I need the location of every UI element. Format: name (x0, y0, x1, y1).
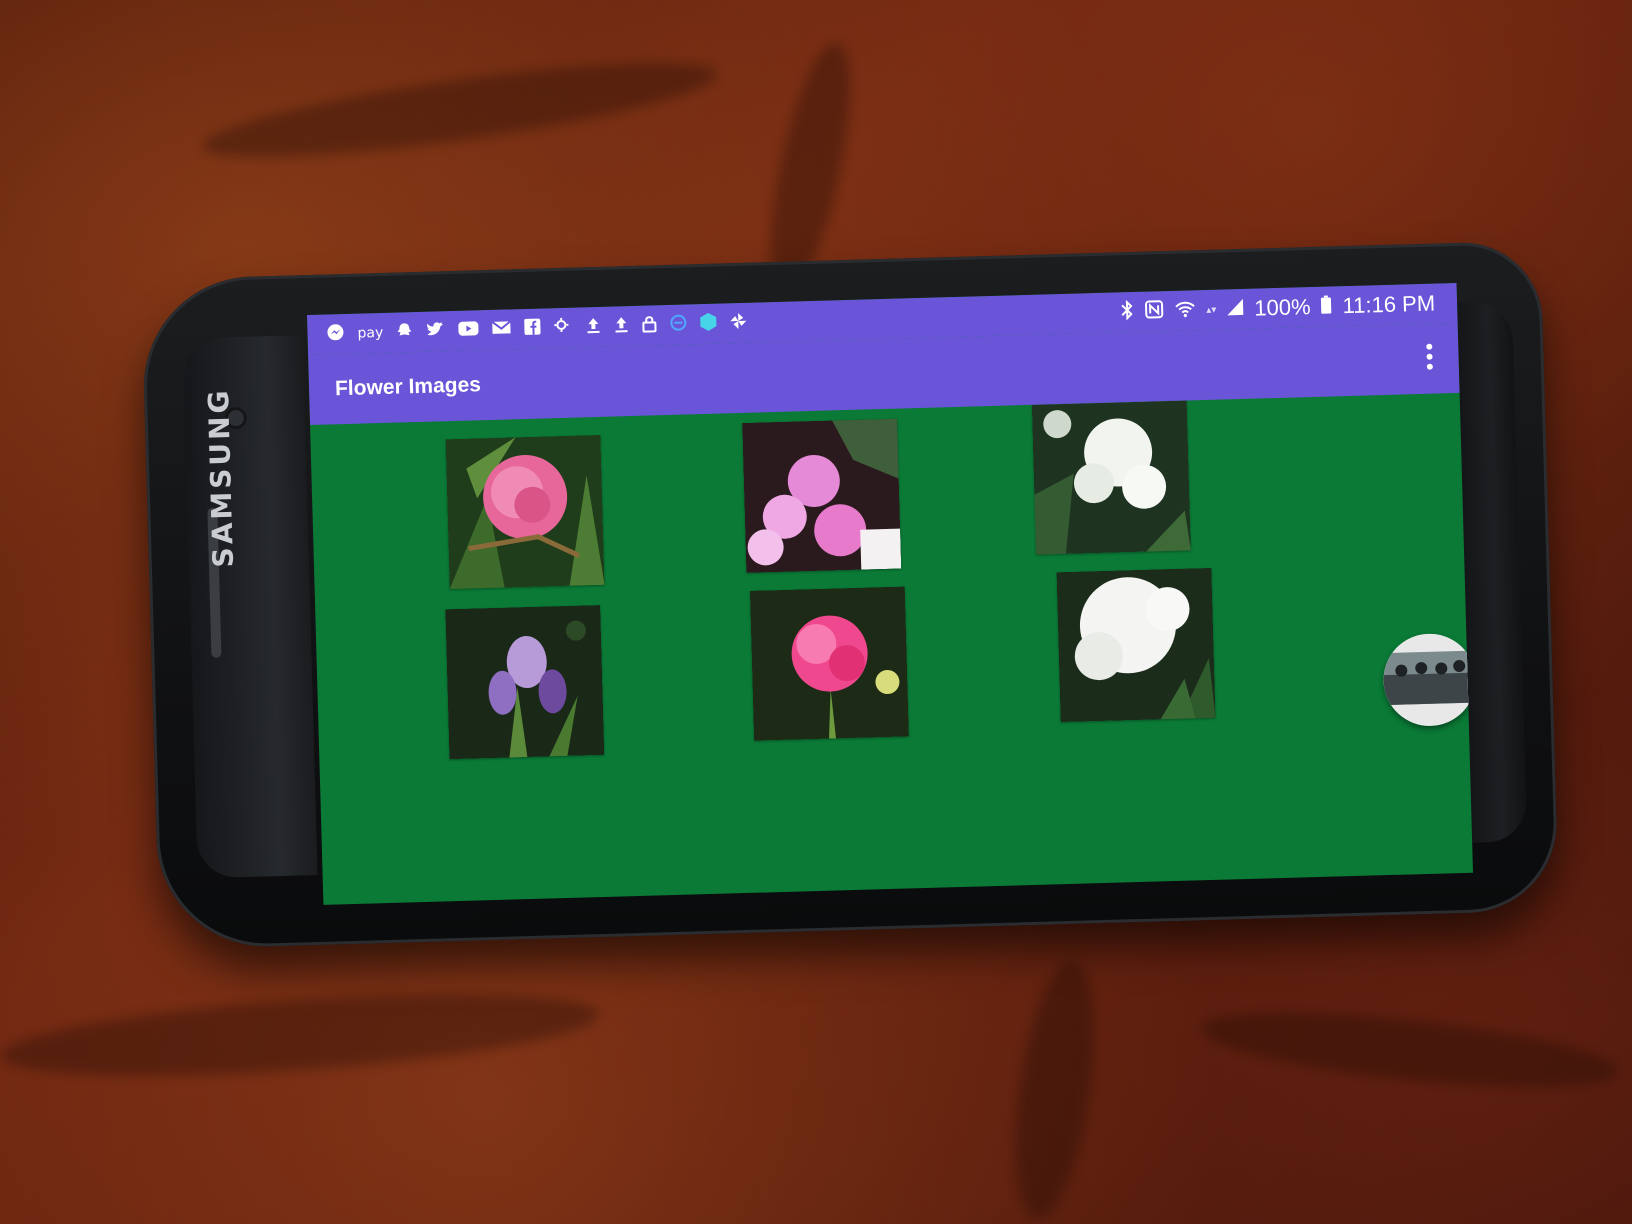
flower-thumbnail[interactable] (445, 434, 605, 590)
iris-image (445, 604, 605, 760)
leather-crease (1002, 956, 1108, 1224)
white-shrub-image (1031, 400, 1191, 555)
snapchat-icon (395, 321, 414, 344)
page-title: Flower Images (334, 373, 482, 401)
wifi-icon (1174, 299, 1197, 323)
brand-logo: SAMSUNG (201, 387, 240, 568)
leather-crease (0, 979, 602, 1091)
phone-screen: pay ▴▾ 100% 11:16 PM Flower Images (306, 282, 1473, 905)
lilac-image (1056, 567, 1216, 723)
youtube-icon (457, 320, 480, 342)
facebook-icon (523, 317, 542, 340)
flower-thumbnail[interactable] (749, 586, 909, 741)
nfc-icon (1144, 299, 1165, 325)
lte-icon: ▴▾ (1206, 304, 1217, 316)
hexagon-app-icon (699, 311, 718, 336)
flower-thumbnail[interactable] (445, 604, 605, 760)
flower-thumbnail[interactable] (1031, 400, 1191, 555)
battery-icon (1320, 294, 1333, 319)
sync-icon (669, 313, 688, 336)
samsung-pay-label: pay (357, 324, 384, 342)
flower-thumbnail[interactable] (1056, 567, 1216, 723)
weather-icon (553, 316, 574, 340)
bluetooth-icon (1120, 299, 1135, 324)
messenger-icon (325, 321, 346, 347)
email-icon (491, 319, 512, 341)
upload-icon (585, 315, 602, 338)
lock-icon (641, 314, 658, 337)
peony-image (445, 434, 605, 590)
more-vert-icon[interactable] (1424, 343, 1435, 375)
phone-device: SAMSUNG pay ▴▾ 100% 11:16 PM Flower Imag… (140, 240, 1560, 950)
flower-image-grid (310, 393, 1473, 905)
clock: 11:16 PM (1342, 290, 1436, 319)
flower-thumbnail[interactable] (742, 418, 902, 573)
twitter-icon (425, 320, 446, 344)
battery-percent: 100% (1253, 294, 1311, 321)
leather-crease (1198, 998, 1622, 1102)
signal-icon (1226, 297, 1245, 320)
upload-icon (613, 315, 630, 338)
pinwheel-icon (729, 311, 748, 334)
impatiens-image (742, 418, 902, 573)
leather-crease (198, 44, 722, 176)
geranium-image (749, 586, 909, 741)
notification-icons: pay (325, 310, 747, 347)
system-icons: ▴▾ 100% 11:16 PM (1120, 291, 1435, 326)
